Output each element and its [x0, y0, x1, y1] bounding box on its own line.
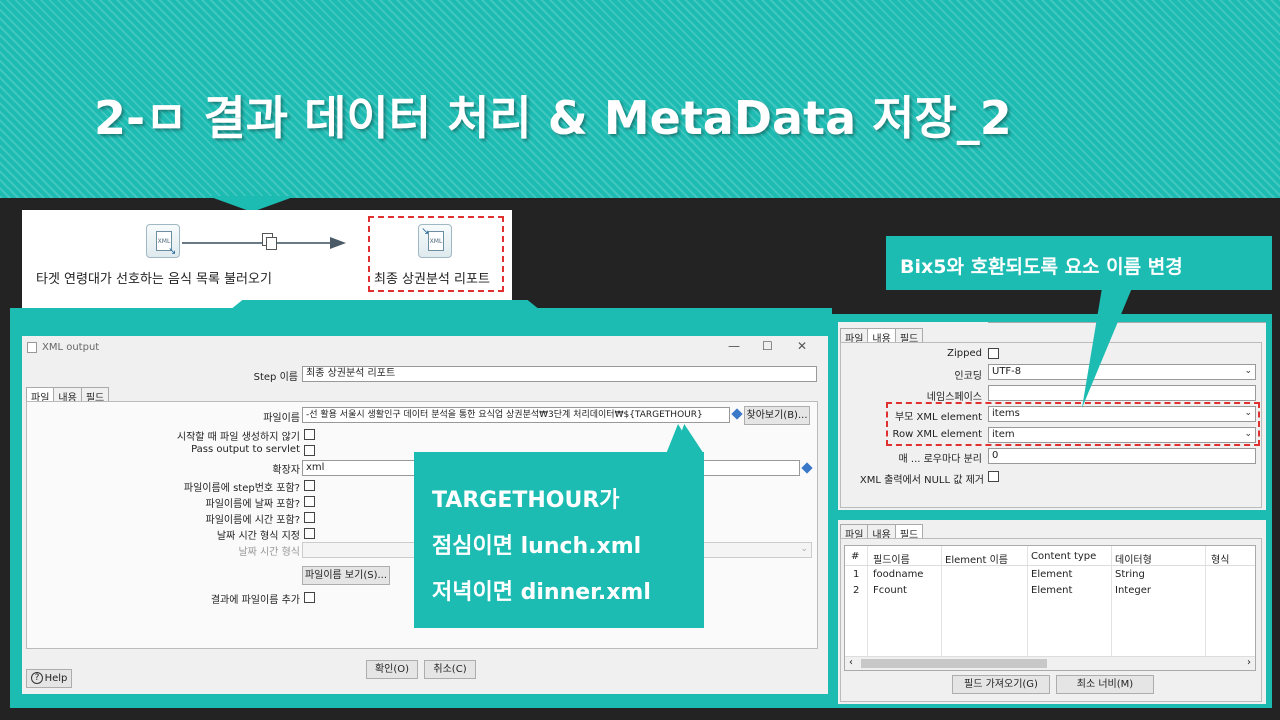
table-cell: 2 [853, 585, 860, 596]
callout-line: TARGETHOUR가 [432, 488, 620, 513]
extension-label: 확장자 [272, 465, 300, 476]
slide: 2-ㅁ 결과 데이터 처리 & MetaData 저장_2 XML ↘ 타겟 연… [0, 0, 1280, 720]
column-header[interactable]: # [851, 551, 859, 562]
xml-output-icon [27, 342, 37, 353]
step-name-label: Step 이름 [253, 372, 298, 383]
cancel-button[interactable]: 취소(C) [424, 660, 476, 679]
table-cell: foodname [873, 569, 924, 580]
zipped-checkbox[interactable] [988, 348, 999, 359]
scrollbar-thumb[interactable] [861, 659, 1047, 668]
fields-table: # 필드이름 Element 이름 Content type 데이터형 형식 1… [844, 545, 1256, 671]
pass-servlet-checkbox[interactable] [304, 445, 315, 456]
table-row[interactable]: 1 foodname Element String [845, 569, 1255, 585]
callout-text: Bix5와 호환되도록 요소 이름 변경 [900, 256, 1183, 278]
copy-rows-icon [262, 233, 278, 251]
get-fields-button[interactable]: 필드 가져오기(G) [952, 675, 1050, 694]
column-header[interactable]: 데이터형 [1115, 551, 1152, 566]
help-icon: ? [31, 672, 43, 684]
top-border [988, 322, 1266, 323]
date-format-label: 날짜 시간 형식 [238, 547, 300, 558]
column-header[interactable]: Content type [1031, 551, 1096, 562]
scroll-right-icon[interactable]: › [1247, 657, 1251, 668]
callout-line: 점심이면 lunch.xml [432, 534, 642, 559]
include-step-label: 파일이름에 step번호 포함? [183, 483, 300, 494]
namespace-input[interactable] [988, 385, 1256, 401]
highlight-box [886, 402, 1260, 446]
namespace-label: 네임스페이스 [926, 392, 982, 403]
targethour-callout: TARGETHOUR가 점심이면 lunch.xml 저녁이면 dinner.x… [414, 452, 704, 628]
add-to-result-checkbox[interactable] [304, 592, 315, 603]
split-every-input[interactable]: 0 [988, 448, 1256, 464]
include-date-label: 파일이름에 날짜 포함? [205, 499, 300, 510]
filename-label: 파일이름 [263, 413, 300, 424]
show-filenames-button[interactable]: 파일이름 보기(S)... [302, 566, 390, 585]
date-format-specify-label: 날짜 시간 형식 지정 [216, 531, 300, 542]
bix5-callout: Bix5와 호환되도록 요소 이름 변경 [886, 236, 1272, 290]
column-header[interactable]: Element 이름 [945, 551, 1008, 566]
dialog-title: XML output [42, 342, 100, 353]
table-cell: Integer [1115, 585, 1151, 596]
horizontal-scrollbar[interactable]: ‹ › [845, 656, 1255, 670]
null-omit-checkbox[interactable] [988, 471, 999, 482]
no-create-label: 시작할 때 파일 생성하지 않기 [176, 432, 300, 443]
pass-servlet-label: Pass output to servlet [191, 444, 300, 455]
step-name-input[interactable]: 최종 상권분석 리포트 [302, 366, 817, 382]
zipped-label: Zipped [947, 348, 982, 359]
table-header: # 필드이름 Element 이름 Content type 데이터형 형식 [845, 546, 1255, 566]
min-width-button[interactable]: 최소 너비(M) [1056, 675, 1154, 694]
maximize-icon[interactable]: ☐ [762, 339, 773, 353]
include-step-checkbox[interactable] [304, 480, 315, 491]
table-row[interactable]: 2 Fcount Element Integer [845, 585, 1255, 601]
minimize-icon[interactable]: — [728, 339, 740, 353]
include-date-checkbox[interactable] [304, 496, 315, 507]
column-header[interactable]: 형식 [1211, 551, 1229, 566]
help-label: Help [44, 673, 68, 684]
table-cell: Element [1031, 569, 1073, 580]
help-button[interactable]: ? Help [26, 669, 72, 688]
content-tab-panel: 파일 내용 필드 Zipped 인코딩 UTF-8 ⌄ 네임스페이스 부모 XML e… [838, 322, 1266, 510]
no-create-checkbox[interactable] [304, 429, 315, 440]
table-cell: 1 [853, 569, 860, 580]
close-icon[interactable]: ✕ [797, 339, 807, 353]
title-banner: 2-ㅁ 결과 데이터 처리 & MetaData 저장_2 [0, 0, 1280, 198]
column-header[interactable]: 필드이름 [873, 551, 910, 566]
browse-button[interactable]: 찾아보기(B)... [744, 406, 810, 425]
hop-arrow-icon [330, 237, 346, 249]
table-cell: String [1115, 569, 1145, 580]
step-label-source: 타겟 연령대가 선호하는 음식 목록 불러오기 [36, 272, 272, 287]
split-every-label: 매 ... 로우마다 분리 [898, 454, 982, 465]
null-omit-label: XML 출력에서 NULL 값 제거 [859, 475, 984, 486]
highlight-box [368, 216, 504, 292]
fields-tab-panel: 파일 내용 필드 # 필드이름 Element 이름 Content type 데이… [838, 520, 1266, 704]
ok-button[interactable]: 확인(O) [366, 660, 418, 679]
add-to-result-label: 결과에 파일이름 추가 [210, 595, 300, 606]
encoding-select[interactable]: UTF-8 ⌄ [988, 364, 1256, 380]
filename-input[interactable]: -선 활용 서울시 생활인구 데이터 분석을 통한 요식업 상권분석₩3단계 처… [302, 407, 730, 423]
chevron-down-icon: ⌄ [1244, 366, 1252, 376]
callout-line: 저녁이면 dinner.xml [432, 580, 651, 605]
hop-line [182, 242, 332, 244]
include-time-label: 파일이름에 시간 포함? [205, 515, 300, 526]
chevron-down-icon: ⌄ [800, 544, 808, 554]
step-icon-source[interactable]: XML ↘ [146, 224, 180, 258]
encoding-value: UTF-8 [992, 366, 1022, 377]
encoding-label: 인코딩 [954, 371, 982, 382]
frame-connector [230, 300, 540, 310]
transformation-canvas: XML ↘ 타겟 연령대가 선호하는 음식 목록 불러오기 XML ↘ 최종 상… [22, 210, 512, 310]
slide-title: 2-ㅁ 결과 데이터 처리 & MetaData 저장_2 [94, 91, 1012, 145]
include-time-checkbox[interactable] [304, 512, 315, 523]
date-format-specify-checkbox[interactable] [304, 528, 315, 539]
arrow-icon: ↘ [168, 246, 177, 257]
table-cell: Element [1031, 585, 1073, 596]
scroll-left-icon[interactable]: ‹ [849, 657, 853, 668]
table-cell: Fcount [873, 585, 907, 596]
